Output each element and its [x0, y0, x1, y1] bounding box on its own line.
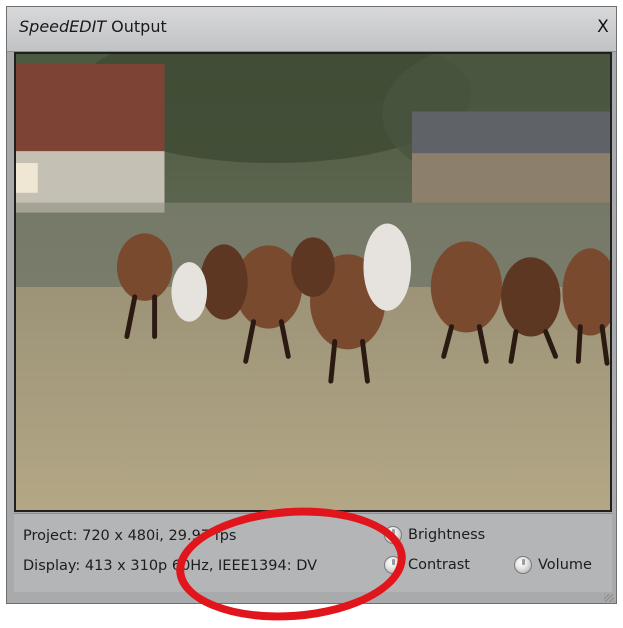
output-info-panel: Project: 720 x 480i, 29.97 fps Display: …: [14, 513, 612, 592]
brightness-control[interactable]: Brightness: [384, 526, 485, 544]
contrast-label: Contrast: [408, 557, 470, 573]
volume-control[interactable]: Volume: [514, 556, 592, 574]
window-title-brand: SpeedEDIT: [19, 17, 107, 36]
volume-knob-icon[interactable]: [514, 556, 532, 574]
title-bar[interactable]: SpeedEDIT Output X: [7, 7, 616, 52]
display-info: Display: 413 x 310p 60Hz, IEEE1394: DV: [23, 558, 318, 574]
contrast-knob-icon[interactable]: [384, 556, 402, 574]
volume-label: Volume: [538, 557, 592, 573]
resize-grip-icon[interactable]: [604, 594, 614, 602]
video-output-preview: [14, 52, 612, 512]
close-button[interactable]: X: [594, 16, 612, 38]
project-info: Project: 720 x 480i, 29.97 fps: [23, 528, 237, 544]
brightness-label: Brightness: [408, 527, 486, 543]
window-title-rest: Output: [106, 17, 167, 36]
window-title: SpeedEDIT Output: [19, 17, 167, 36]
speededit-output-window: SpeedEDIT Output X Project: 720 x 480i, …: [6, 6, 617, 604]
status-bar: [7, 593, 616, 603]
brightness-knob-icon[interactable]: [384, 526, 402, 544]
contrast-control[interactable]: Contrast: [384, 556, 470, 574]
horses-video-frame: [16, 54, 610, 510]
